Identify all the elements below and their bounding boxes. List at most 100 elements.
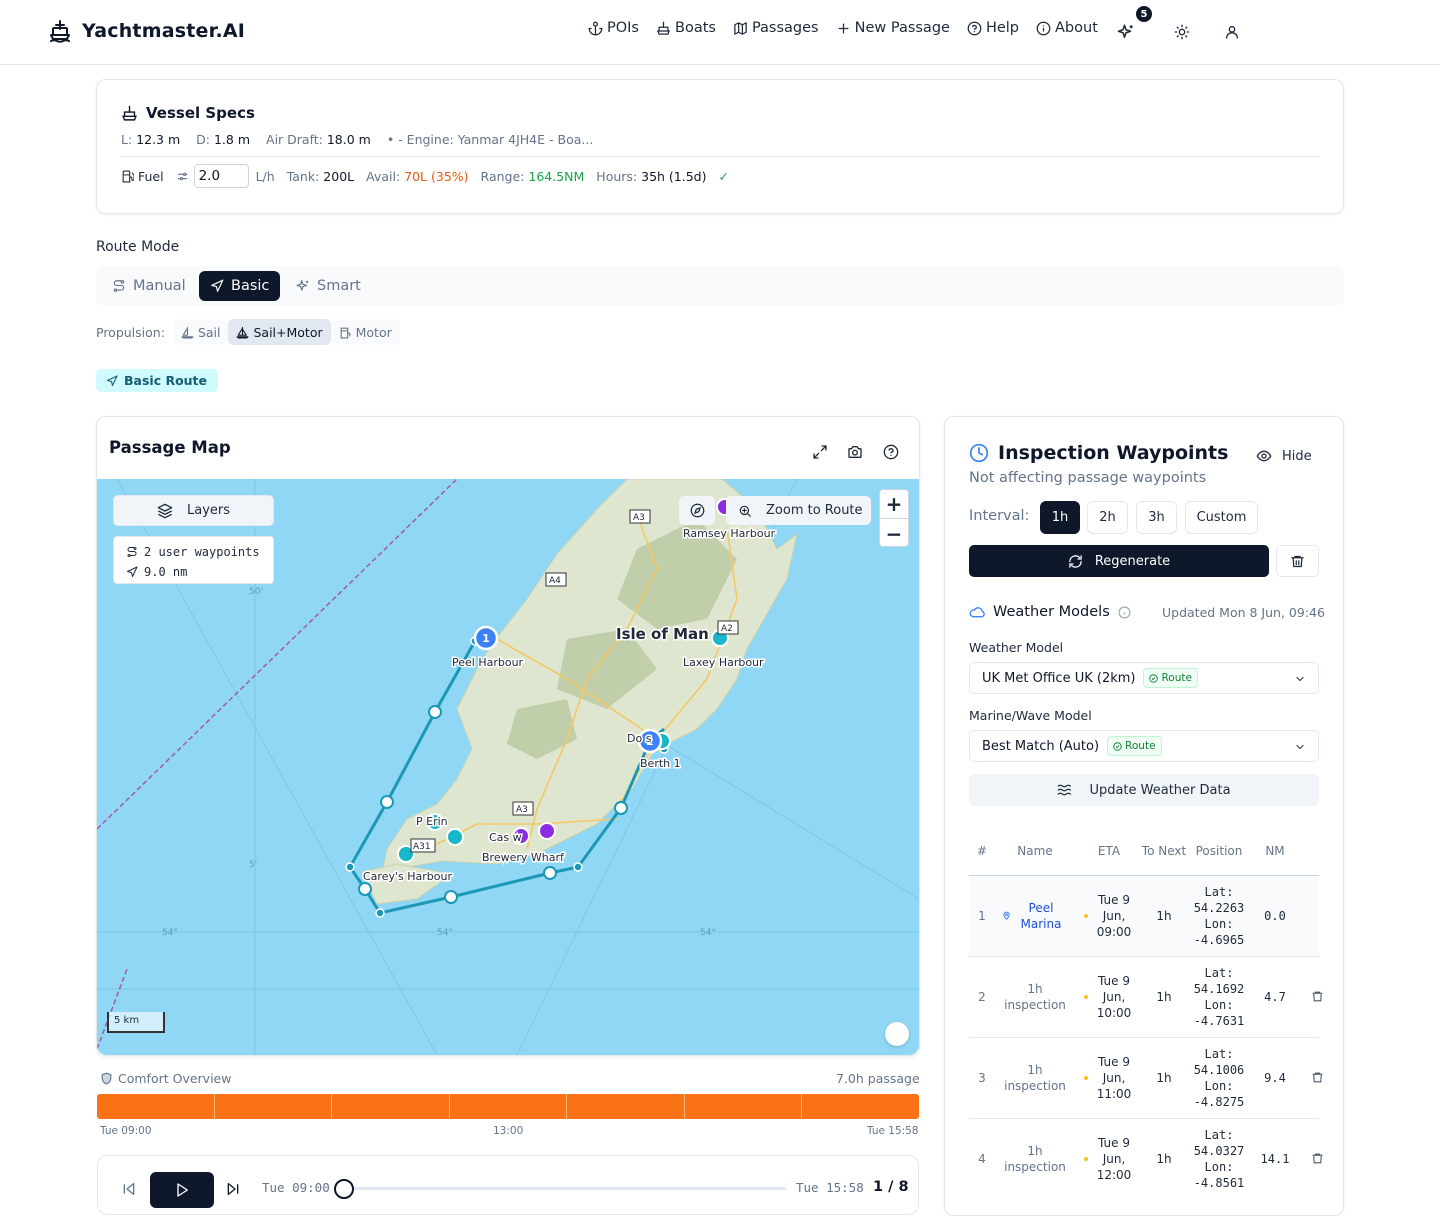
hide-button[interactable]: Hide: [1256, 448, 1312, 464]
table-row[interactable]: 1 Peel Marina Tue 9 Jun, 09:00 1h Lat: 5…: [969, 875, 1319, 956]
route-mode-smart[interactable]: Smart: [285, 271, 365, 301]
screenshot-button[interactable]: [844, 441, 866, 463]
comfort-timeline[interactable]: [97, 1094, 919, 1119]
fuel-row: Fuel L/h Tank: 200L Avail: 70L (35%) Ran…: [121, 164, 729, 188]
playback-end-time: Tue 15:58: [796, 1180, 864, 1195]
comfort-overview-label: Comfort Overview: [118, 1071, 232, 1086]
brand-logo[interactable]: Yachtmaster.AI: [48, 19, 245, 43]
column-header-number: #: [976, 843, 988, 858]
skip-forward-button[interactable]: [225, 1181, 241, 1197]
theme-toggle-button[interactable]: [1170, 20, 1194, 44]
nav-passages[interactable]: Passages: [733, 20, 819, 36]
route-mode-basic[interactable]: Basic: [199, 271, 280, 301]
waypoints-count: 2 user waypoints: [144, 545, 260, 559]
route-chip-label: Route: [1125, 740, 1156, 752]
comfort-segment[interactable]: [685, 1094, 803, 1119]
fuel-rate-input[interactable]: [193, 164, 249, 188]
weather-models-title-text: Weather Models: [993, 604, 1110, 620]
nav-pois[interactable]: POIs: [588, 20, 639, 36]
comfort-segment[interactable]: [332, 1094, 450, 1119]
comfort-segment[interactable]: [567, 1094, 685, 1119]
playback-slider-thumb[interactable]: [334, 1179, 354, 1199]
zoom-to-route-label: Zoom to Route: [766, 503, 863, 518]
inspection-waypoints-title: Inspection Waypoints: [969, 442, 1228, 464]
skip-back-icon: [121, 1181, 137, 1197]
clear-waypoints-button[interactable]: [1276, 545, 1319, 577]
ai-sparkles-button[interactable]: [1114, 20, 1138, 44]
table-row[interactable]: 3 1h inspection Tue 9 Jun, 11:00 1h Lat:…: [969, 1037, 1323, 1118]
comfort-segment[interactable]: [215, 1094, 333, 1119]
playback-start-time: Tue 09:00: [262, 1180, 330, 1195]
trash-icon[interactable]: [1311, 1152, 1324, 1165]
playback-controls: Tue 09:00 Tue 15:58 1 / 8: [97, 1155, 919, 1215]
passage-map[interactable]: 1 2 Isle of Man Ramsey Harbour Peel Harb…: [97, 479, 919, 1055]
map-scale: 5 km: [107, 1012, 165, 1033]
isle-of-man-label: Isle of Man: [616, 625, 709, 643]
length-label: L:: [121, 132, 133, 147]
regenerate-label: Regenerate: [1094, 553, 1171, 569]
regenerate-button[interactable]: Regenerate: [969, 545, 1269, 577]
waypoint-marker-1[interactable]: 1: [473, 625, 499, 651]
waypoint-name-link[interactable]: Peel Marina: [1013, 876, 1069, 956]
laxey-harbour-label: Laxey Harbour: [683, 656, 764, 669]
interval-2h-button[interactable]: 2h: [1087, 501, 1128, 534]
road-label: A3: [516, 805, 528, 815]
map-help-button[interactable]: [880, 441, 902, 463]
row-number: 2: [978, 990, 986, 1004]
play-button[interactable]: [150, 1172, 214, 1208]
row-lon: Lon: -4.7631: [1193, 998, 1245, 1028]
comfort-segment[interactable]: [97, 1094, 215, 1119]
road-label: A31: [413, 842, 431, 852]
interval-1h-button[interactable]: 1h: [1040, 501, 1080, 534]
trash-icon[interactable]: [1311, 990, 1324, 1003]
nav-boats[interactable]: Boats: [656, 20, 716, 36]
trash-icon[interactable]: [1311, 1071, 1324, 1084]
avail-label: Avail:: [366, 168, 401, 184]
table-row[interactable]: 4 1h inspection Tue 9 Jun, 12:00 1h Lat:…: [969, 1118, 1323, 1199]
propulsion-motor[interactable]: Motor: [330, 319, 400, 345]
comfort-segment[interactable]: [802, 1094, 919, 1119]
road-label: A2: [721, 624, 733, 634]
playback-track[interactable]: [344, 1187, 786, 1190]
nav-about[interactable]: About: [1036, 20, 1098, 36]
propulsion-sail[interactable]: Sail: [172, 319, 229, 345]
row-position: Lat: 54.1692 Lon: -4.7631: [1189, 957, 1249, 1037]
route-distance: 9.0 nm: [144, 565, 188, 579]
ship-icon: [656, 21, 671, 36]
nav-help[interactable]: Help: [967, 20, 1019, 36]
propulsion-sail-motor[interactable]: Sail+Motor: [228, 319, 331, 345]
careys-harbour-label: Carey's Harbour: [363, 870, 452, 883]
interval-3h-button[interactable]: 3h: [1136, 501, 1177, 534]
navigation-icon: [106, 374, 118, 387]
skip-back-button[interactable]: [121, 1181, 137, 1197]
weather-models-title: Weather Models: [969, 604, 1131, 620]
comfort-segment[interactable]: [450, 1094, 568, 1119]
layers-icon: [157, 503, 173, 519]
passage-duration: 7.0h passage: [836, 1071, 920, 1086]
update-weather-button[interactable]: Update Weather Data: [969, 774, 1319, 806]
passage-map-title: Passage Map: [109, 438, 231, 457]
sparkles-icon: [1117, 23, 1135, 41]
row-number: 4: [978, 1152, 986, 1166]
update-weather-label: Update Weather Data: [1089, 782, 1231, 798]
navigation-icon: [126, 566, 138, 578]
zoom-out-button[interactable]: −: [880, 519, 908, 546]
waypoint-counter: 1 / 8: [873, 1179, 909, 1195]
zoom-in-button[interactable]: +: [880, 490, 908, 519]
info-icon[interactable]: [1118, 606, 1131, 619]
table-row[interactable]: 2 1h inspection Tue 9 Jun, 10:00 1h Lat:…: [969, 956, 1323, 1037]
marine-model-select[interactable]: Best Match (Auto) Route: [969, 730, 1319, 762]
timeline-start: Tue 09:00: [100, 1125, 152, 1137]
weather-model-select[interactable]: UK Met Office UK (2km) Route: [969, 662, 1319, 694]
compass-button[interactable]: [679, 496, 715, 525]
zoom-to-route-button[interactable]: Zoom to Route: [726, 496, 871, 525]
interval-custom-button[interactable]: Custom: [1185, 501, 1258, 534]
user-account-button[interactable]: [1220, 20, 1244, 44]
row-lat: Lat: 54.2263: [1193, 885, 1245, 915]
nav-new-passage[interactable]: New Passage: [836, 20, 950, 36]
ramsey-harbour-label: Ramsey Harbour: [683, 527, 776, 540]
fullscreen-button[interactable]: [809, 441, 831, 463]
route-mode-manual[interactable]: Manual: [101, 271, 196, 301]
layers-button[interactable]: Layers: [113, 495, 274, 526]
map-location-button[interactable]: [885, 1022, 909, 1046]
